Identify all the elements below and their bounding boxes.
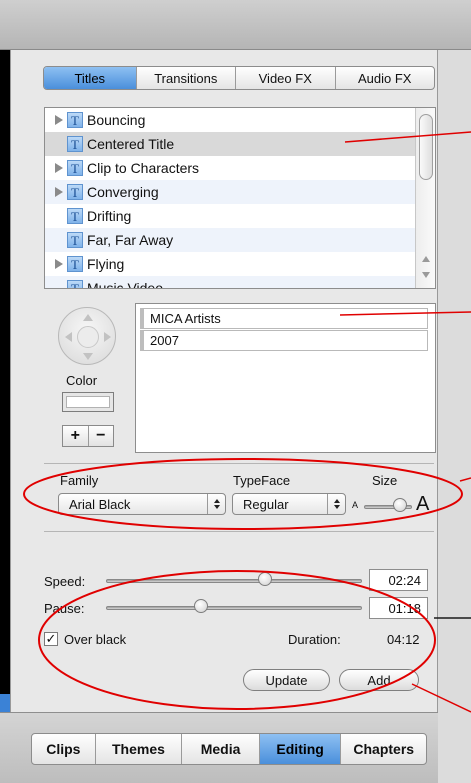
speed-label: Speed: bbox=[44, 574, 86, 589]
speed-value-field[interactable]: 02:24 bbox=[369, 569, 428, 591]
size-slider-knob[interactable] bbox=[393, 498, 407, 512]
video-viewer-edge bbox=[0, 50, 10, 712]
speed-slider-knob[interactable] bbox=[257, 572, 272, 586]
duration-value: 04:12 bbox=[387, 632, 420, 647]
tab-chapters[interactable]: Chapters bbox=[341, 734, 426, 764]
tab-media[interactable]: Media bbox=[182, 734, 260, 764]
title-t-icon: T bbox=[67, 232, 83, 248]
list-item-label: Flying bbox=[87, 256, 125, 272]
title-line-field[interactable]: 2007 bbox=[140, 330, 428, 351]
list-item-label: Drifting bbox=[87, 208, 132, 224]
disclosure-triangle-icon[interactable] bbox=[55, 187, 63, 197]
list-item[interactable]: T Drifting bbox=[45, 204, 417, 228]
title-line-field[interactable]: MICA Artists bbox=[140, 308, 428, 329]
add-line-button[interactable]: + bbox=[63, 426, 89, 446]
scrollbar-thumb[interactable] bbox=[419, 114, 433, 180]
typeface-label: TypeFace bbox=[233, 473, 291, 488]
font-family-popup[interactable]: Arial Black bbox=[58, 493, 226, 515]
title-t-icon: T bbox=[67, 160, 83, 176]
list-item-label: Centered Title bbox=[87, 136, 175, 152]
remove-line-button[interactable]: − bbox=[89, 426, 114, 446]
title-t-icon: T bbox=[67, 184, 83, 200]
list-item-label: Converging bbox=[87, 184, 159, 200]
family-label: Family bbox=[60, 473, 99, 488]
direction-pad-icon[interactable] bbox=[58, 307, 116, 365]
list-item[interactable]: T Clip to Characters bbox=[45, 156, 417, 180]
font-family-value: Arial Black bbox=[69, 496, 131, 512]
title-t-icon: T bbox=[67, 256, 83, 272]
list-item[interactable]: T Bouncing bbox=[45, 108, 417, 132]
over-black-checkbox[interactable]: ✓ bbox=[44, 632, 58, 646]
pause-label: Pause: bbox=[44, 601, 85, 616]
divider bbox=[44, 463, 434, 464]
pause-slider-knob[interactable] bbox=[193, 599, 208, 613]
tab-audio-fx[interactable]: Audio FX bbox=[336, 67, 434, 89]
title-t-icon: T bbox=[67, 112, 83, 128]
speed-slider-track[interactable] bbox=[106, 579, 362, 583]
typeface-popup[interactable]: Regular bbox=[232, 493, 346, 515]
list-item[interactable]: T Converging bbox=[45, 180, 417, 204]
pane-tab-bar: Clips Themes Media Editing Chapters bbox=[31, 733, 427, 765]
disclosure-triangle-icon[interactable] bbox=[55, 163, 63, 173]
disclosure-triangle-icon[interactable] bbox=[55, 115, 63, 125]
list-item-label: Far, Far Away bbox=[87, 232, 174, 248]
title-t-icon: T bbox=[67, 136, 83, 152]
tab-themes[interactable]: Themes bbox=[96, 734, 183, 764]
typeface-value: Regular bbox=[243, 496, 289, 512]
title-t-icon: T bbox=[67, 280, 83, 288]
tab-clips[interactable]: Clips bbox=[32, 734, 96, 764]
arrow-up-icon[interactable] bbox=[83, 314, 93, 321]
checkbox-check-icon: ✓ bbox=[45, 631, 57, 646]
list-item[interactable]: T Flying bbox=[45, 252, 417, 276]
list-item-label: Music Video bbox=[87, 280, 164, 289]
popup-stepper-icon bbox=[207, 494, 225, 514]
scroll-down-arrow-icon[interactable] bbox=[422, 272, 430, 278]
tab-video-fx[interactable]: Video FX bbox=[236, 67, 336, 89]
size-label: Size bbox=[372, 473, 398, 488]
background-margin bbox=[438, 50, 471, 783]
list-item[interactable]: T Far, Far Away bbox=[45, 228, 417, 252]
list-item[interactable]: T Music Video bbox=[45, 276, 417, 289]
popup-stepper-icon bbox=[327, 494, 345, 514]
playhead-marker bbox=[0, 694, 10, 712]
duration-label: Duration: bbox=[288, 632, 341, 647]
over-black-label[interactable]: Over black bbox=[64, 632, 126, 647]
add-button[interactable]: Add bbox=[339, 669, 419, 691]
color-swatch[interactable] bbox=[62, 392, 114, 412]
tab-titles[interactable]: Titles bbox=[44, 67, 137, 89]
arrow-left-icon[interactable] bbox=[65, 332, 72, 342]
title-text-box: MICA Artists 2007 bbox=[135, 303, 436, 453]
tab-editing[interactable]: Editing bbox=[259, 734, 342, 764]
pause-slider-track[interactable] bbox=[106, 606, 362, 610]
list-scrollbar[interactable] bbox=[415, 108, 435, 288]
list-item-label: Bouncing bbox=[87, 112, 146, 128]
title-styles-list[interactable]: T Bouncing T Centered Title T Clip to Ch… bbox=[44, 107, 436, 289]
update-button[interactable]: Update bbox=[243, 669, 330, 691]
line-add-remove-control: + − bbox=[62, 425, 114, 447]
arrow-down-icon[interactable] bbox=[83, 353, 93, 360]
disclosure-triangle-icon[interactable] bbox=[55, 259, 63, 269]
tab-transitions[interactable]: Transitions bbox=[137, 67, 237, 89]
window-top-bar bbox=[0, 0, 471, 50]
size-large-a-icon: A bbox=[416, 493, 430, 515]
divider bbox=[44, 531, 434, 532]
size-small-a-icon: A bbox=[352, 500, 359, 510]
arrow-right-icon[interactable] bbox=[104, 332, 111, 342]
list-item-label: Clip to Characters bbox=[87, 160, 200, 176]
list-item[interactable]: T Centered Title bbox=[45, 132, 417, 156]
pause-value-field[interactable]: 01:18 bbox=[369, 597, 428, 619]
title-t-icon: T bbox=[67, 208, 83, 224]
effects-tab-bar: Titles Transitions Video FX Audio FX bbox=[43, 66, 435, 90]
scroll-up-arrow-icon[interactable] bbox=[422, 256, 430, 262]
color-label: Color bbox=[66, 373, 98, 388]
direction-pad-center bbox=[77, 326, 99, 348]
